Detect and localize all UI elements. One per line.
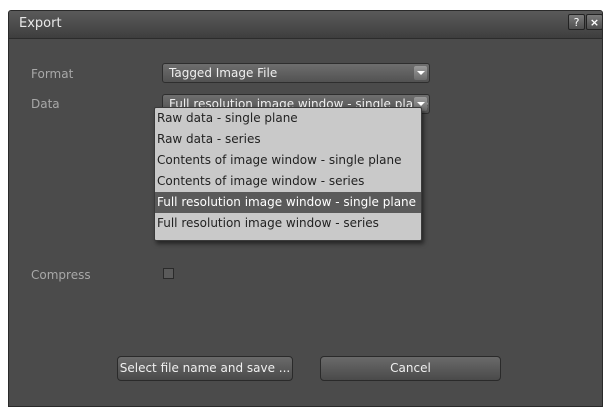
help-button[interactable]: ? — [568, 14, 585, 30]
compress-checkbox[interactable] — [163, 268, 174, 279]
compress-label: Compress — [31, 268, 91, 282]
format-select-value: Tagged Image File — [169, 66, 278, 80]
close-button[interactable]: × — [586, 14, 602, 30]
dropdown-option[interactable]: Raw data - single plane — [155, 108, 421, 129]
dialog-title: Export — [19, 16, 62, 31]
cancel-button[interactable]: Cancel — [320, 356, 501, 381]
dropdown-option[interactable]: Full resolution image window - series — [155, 213, 421, 234]
title-bar: Export ? × — [9, 11, 602, 39]
dropdown-option[interactable]: Contents of image window - series — [155, 171, 421, 192]
data-label: Data — [31, 97, 60, 111]
chevron-down-icon — [414, 66, 427, 80]
format-select[interactable]: Tagged Image File — [162, 63, 430, 83]
save-button[interactable]: Select file name and save ... — [117, 356, 293, 381]
format-label: Format — [31, 67, 74, 81]
data-dropdown-list: Raw data - single plane Raw data - series… — [154, 107, 422, 241]
dropdown-option[interactable]: Contents of image window - single plane — [155, 150, 421, 171]
dropdown-option[interactable]: Raw data - series — [155, 129, 421, 150]
dropdown-option[interactable]: Full resolution image window - single pl… — [155, 192, 421, 213]
